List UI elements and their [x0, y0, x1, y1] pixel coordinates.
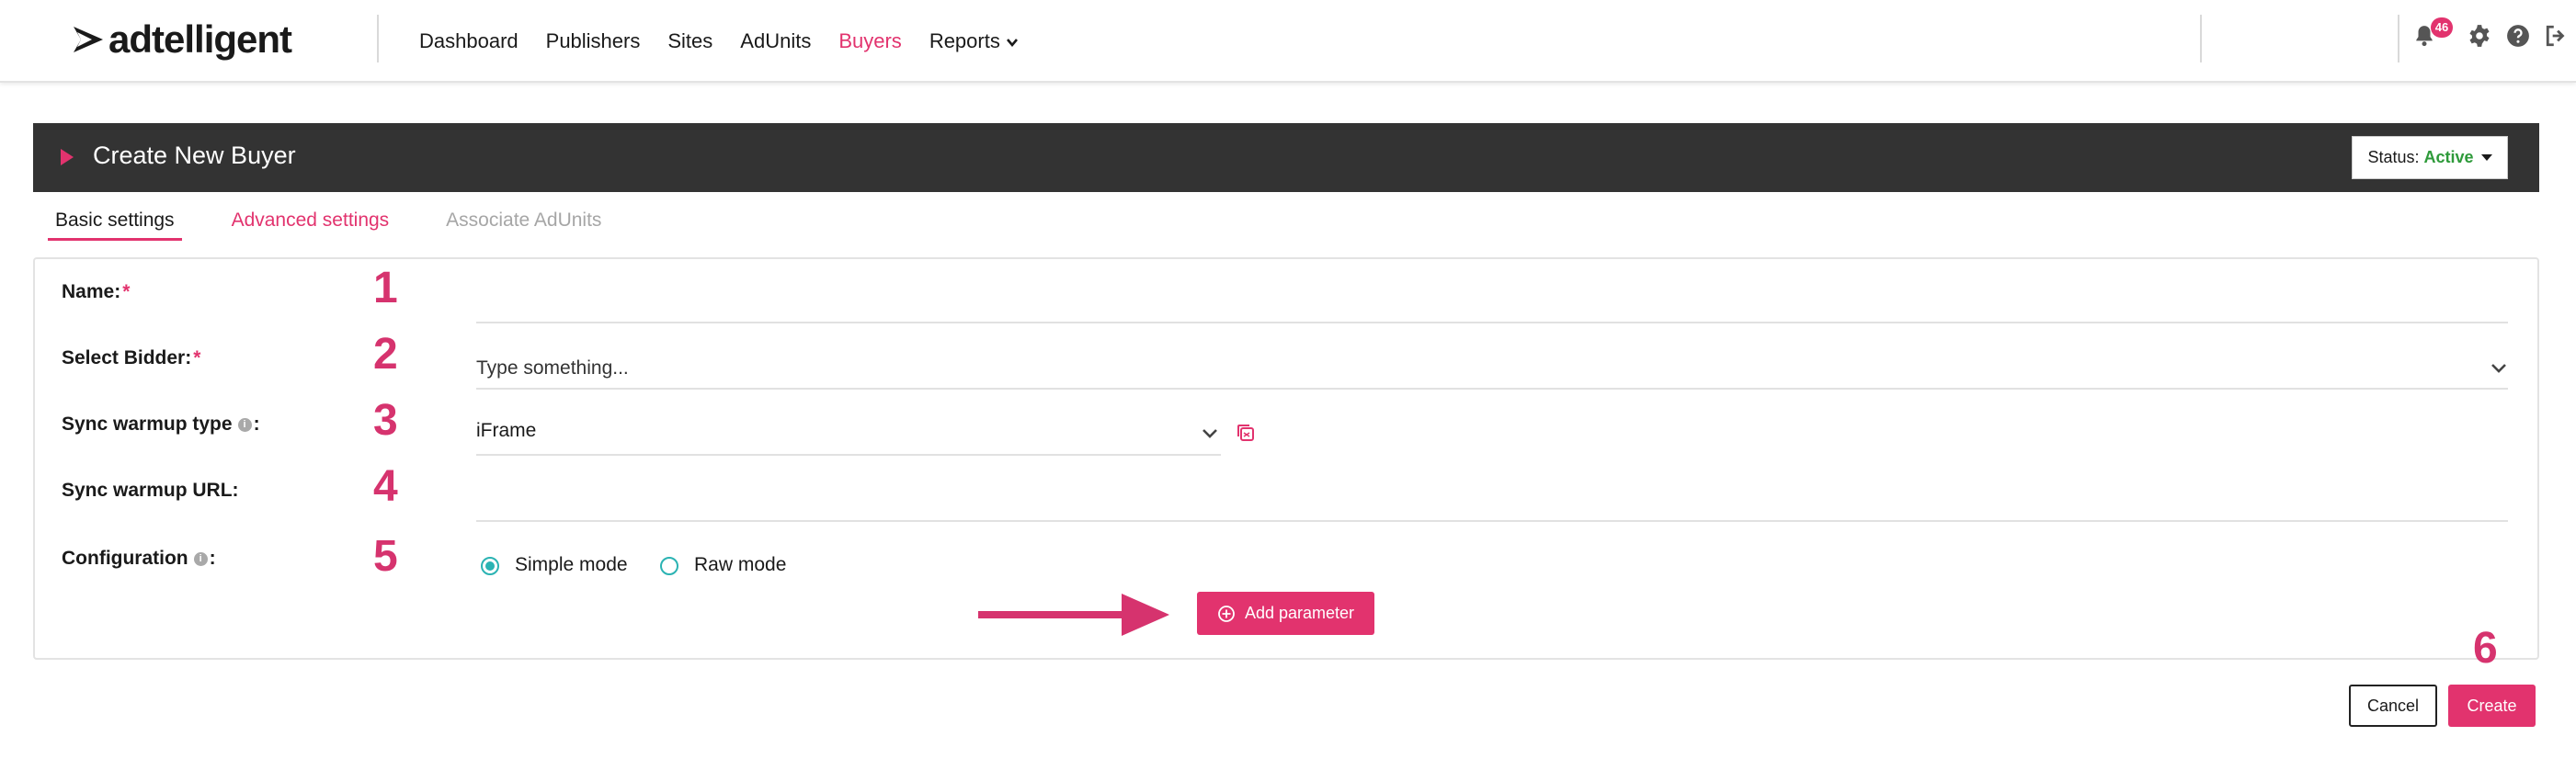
notifications-button[interactable]: 46	[2412, 17, 2453, 48]
logo[interactable]: adtelligent	[72, 17, 292, 62]
tab-basic-settings[interactable]: Basic settings	[48, 206, 182, 241]
logo-mark-icon	[74, 27, 103, 52]
page-header: Create New Buyer Status: Active	[33, 123, 2539, 192]
bidder-select-underline	[476, 388, 2508, 390]
chevron-down-icon	[1006, 39, 1018, 48]
nav-divider-icons	[2398, 15, 2399, 62]
copy-icon[interactable]	[1235, 422, 1257, 444]
chevron-down-icon[interactable]	[2490, 358, 2508, 377]
nav-item-buyers[interactable]: Buyers	[838, 29, 901, 53]
sync-type-underline	[476, 454, 1221, 456]
help-button[interactable]	[2506, 24, 2530, 48]
name-label: Name: *	[62, 281, 131, 302]
raw-mode-label[interactable]: Raw mode	[694, 554, 786, 576]
raw-mode-radio[interactable]	[660, 557, 678, 575]
info-icon[interactable]: i	[237, 417, 252, 432]
step-number-1: 1	[373, 264, 398, 312]
bidder-select[interactable]: Type something...	[476, 357, 629, 380]
step-number-6: 6	[2473, 624, 2498, 673]
collapse-triangle-icon[interactable]	[61, 149, 74, 165]
step-number-4: 4	[373, 462, 398, 511]
nav-item-dashboard[interactable]: Dashboard	[419, 29, 519, 53]
required-mark: *	[122, 281, 131, 302]
configuration-label: Configuration i :	[62, 548, 216, 569]
top-navbar: adtelligent Dashboard Publishers Sites A…	[0, 0, 2576, 83]
simple-mode-radio[interactable]	[481, 557, 499, 575]
required-mark: *	[193, 347, 201, 368]
logout-button[interactable]	[2545, 24, 2569, 48]
sync-type-select[interactable]: iFrame	[476, 420, 536, 442]
main-nav: Dashboard Publishers Sites AdUnits Buyer…	[419, 0, 1046, 83]
sync-url-input[interactable]	[476, 478, 2508, 509]
info-icon[interactable]: i	[193, 551, 208, 566]
caret-down-icon	[2480, 154, 2492, 161]
nav-item-reports[interactable]: Reports	[929, 29, 1019, 53]
cancel-button[interactable]: Cancel	[2349, 685, 2437, 727]
page-title: Create New Buyer	[93, 142, 296, 169]
logout-icon	[2546, 25, 2565, 47]
logo-text: adtelligent	[108, 17, 292, 61]
step-number-5: 5	[373, 532, 398, 581]
step-number-2: 2	[373, 330, 398, 379]
sync-url-underline	[476, 520, 2508, 522]
help-icon	[2507, 25, 2529, 47]
tab-advanced-settings[interactable]: Advanced settings	[224, 206, 397, 237]
chevron-down-icon[interactable]	[1201, 424, 1219, 442]
nav-divider	[377, 15, 379, 62]
pointer-arrow-icon	[978, 594, 1169, 636]
nav-item-sites[interactable]: Sites	[667, 29, 712, 53]
nav-item-publishers[interactable]: Publishers	[546, 29, 641, 53]
gear-icon	[2469, 25, 2490, 47]
status-label: Status:	[2367, 148, 2420, 166]
bidder-label: Select Bidder: *	[62, 347, 201, 368]
name-input[interactable]	[476, 281, 2508, 312]
add-parameter-button[interactable]: Add parameter	[1197, 592, 1374, 635]
notification-badge: 46	[2431, 17, 2453, 38]
top-icons: 46	[2412, 17, 2576, 51]
sync-url-label: Sync warmup URL:	[62, 480, 239, 501]
plus-circle-icon	[1218, 605, 1235, 622]
settings-button[interactable]	[2468, 24, 2491, 48]
create-button[interactable]: Create	[2448, 685, 2536, 727]
sync-type-label: Sync warmup type i :	[62, 413, 260, 435]
step-number-3: 3	[373, 396, 398, 445]
status-dropdown[interactable]: Status: Active	[2352, 136, 2508, 179]
settings-tabs: Basic settings Advanced settings Associa…	[48, 206, 651, 241]
simple-mode-label[interactable]: Simple mode	[515, 554, 628, 576]
tab-associate-adunits: Associate AdUnits	[446, 210, 602, 231]
nav-divider-right	[2200, 15, 2202, 62]
status-value: Active	[2423, 148, 2474, 166]
add-parameter-label: Add parameter	[1244, 604, 1355, 622]
nav-item-reports-label: Reports	[929, 29, 1000, 52]
nav-item-adunits[interactable]: AdUnits	[740, 29, 811, 53]
name-input-underline	[476, 322, 2508, 323]
